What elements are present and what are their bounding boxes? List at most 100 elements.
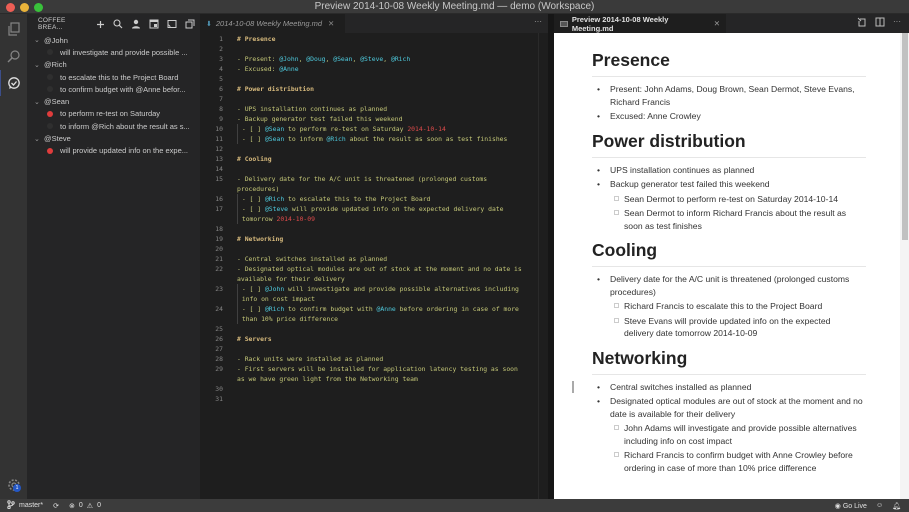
code-line[interactable]: 31 xyxy=(200,394,548,404)
tree-group[interactable]: ⌄ @Sean xyxy=(27,96,200,108)
add-icon[interactable] xyxy=(94,18,106,30)
indent-guide xyxy=(237,204,238,214)
code-line[interactable]: 6 # Power distribution xyxy=(200,84,548,94)
code-line[interactable]: 7 xyxy=(200,94,548,104)
cast-icon[interactable] xyxy=(166,18,178,30)
code-text: # Cooling xyxy=(237,155,272,163)
tree-item[interactable]: will investigate and provide possible ..… xyxy=(27,46,200,58)
code-line[interactable]: 5 xyxy=(200,74,548,84)
code-line[interactable]: info on cost impact xyxy=(200,294,548,304)
code-line[interactable]: 16 - [ ] @Rich to escalate this to the P… xyxy=(200,194,548,204)
line-number: 21 xyxy=(215,255,223,263)
code-line[interactable]: as we have green light from the Networki… xyxy=(200,374,548,384)
code-line[interactable]: procedures) xyxy=(200,184,548,194)
task-checkbox[interactable] xyxy=(614,317,619,323)
scrollbar-thumb[interactable] xyxy=(902,33,908,240)
status-dot-icon xyxy=(47,86,53,93)
code-line[interactable]: 19 # Networking xyxy=(200,234,548,244)
code-line[interactable]: 25 xyxy=(200,324,548,334)
code-line[interactable]: available for their delivery xyxy=(200,274,548,284)
editor-tab[interactable]: ⬇ 2014-10-08 Weekly Meeting.md ✕ xyxy=(200,14,345,33)
code-line[interactable]: 20 xyxy=(200,244,548,254)
preview-tab[interactable]: Preview 2014-10-08 Weekly Meeting.md ✕ xyxy=(554,14,726,33)
tree-item-label: will provide updated info on the expe... xyxy=(60,146,189,156)
tree-item[interactable]: to confirm budget with @Anne befor... xyxy=(27,83,200,95)
window-icon[interactable] xyxy=(148,18,160,30)
collapse-all-icon[interactable] xyxy=(184,18,196,30)
search-view-button[interactable] xyxy=(0,43,27,69)
task-checkbox[interactable] xyxy=(614,452,619,457)
tree-item[interactable]: to escalate this to the Project Board xyxy=(27,71,200,83)
close-tab-icon[interactable]: ✕ xyxy=(714,19,720,28)
tree-item[interactable]: to inform @Rich about the result as s... xyxy=(27,120,200,132)
code-line[interactable]: 2 xyxy=(200,44,548,54)
list-item-text: Central switches installed as planned xyxy=(610,381,752,392)
preview-list-item: UPS installation continues as planned xyxy=(592,164,866,177)
tree-group[interactable]: ⌄ @Rich xyxy=(27,59,200,71)
code-line[interactable]: 1 # Presence xyxy=(200,34,548,44)
tree-group[interactable]: ⌄ @Steve xyxy=(27,133,200,145)
code-line[interactable]: tomorrow 2014-10-09 xyxy=(200,214,548,224)
code-line[interactable]: 23 - [ ] @John will investigate and prov… xyxy=(200,284,548,294)
tree-item[interactable]: to perform re-test on Saturday xyxy=(27,108,200,120)
preview-list-item: Central switches installed as planned xyxy=(572,380,866,394)
more-actions-button[interactable]: ··· xyxy=(534,17,542,26)
line-number: 26 xyxy=(215,335,223,343)
code-text: - First servers will be installed for ap… xyxy=(237,365,518,373)
chevron-down-icon: ⌄ xyxy=(34,37,40,45)
bell-icon[interactable]: 🔔︎ xyxy=(892,502,901,510)
list-item-text: Backup generator test failed this weeken… xyxy=(610,179,770,189)
preview-icon xyxy=(560,20,568,27)
task-checkbox[interactable] xyxy=(614,425,619,430)
code-line[interactable]: 15 - Delivery date for the A/C unit is th… xyxy=(200,174,548,184)
feedback-icon[interactable]: ☺ xyxy=(876,502,883,509)
line-number: 8 xyxy=(219,105,223,113)
split-editor-icon[interactable] xyxy=(875,17,885,29)
code-line[interactable]: 3 - Present: @John, @Doug, @Sean, @Steve,… xyxy=(200,54,548,64)
more-icon[interactable]: ··· xyxy=(893,17,901,29)
code-line[interactable]: 18 xyxy=(200,224,548,234)
task-checkbox[interactable] xyxy=(614,195,619,201)
code-line[interactable]: 28 - Rack units were installed as planned xyxy=(200,354,548,364)
preview-scrollbar[interactable] xyxy=(900,33,909,499)
explorer-button[interactable] xyxy=(0,16,27,42)
person-icon[interactable] xyxy=(130,18,142,30)
manage-button[interactable]: 1 xyxy=(0,472,27,498)
error-count[interactable]: 0 xyxy=(79,502,83,509)
sync-icon[interactable]: ⟳ xyxy=(53,502,59,510)
code-line[interactable]: 4 - Excused: @Anne xyxy=(200,64,548,74)
code-editor[interactable]: 1 # Presence 2 3- Present: @John, @Doug, @S… xyxy=(200,33,548,404)
code-line[interactable]: 21 - Central switches installed as planne… xyxy=(200,254,548,264)
editor-scrollbar[interactable] xyxy=(538,33,548,499)
tree-item[interactable]: will provide updated info on the expe... xyxy=(27,145,200,157)
code-line[interactable]: 9 - Backup generator test failed this wee… xyxy=(200,114,548,124)
warning-count[interactable]: 0 xyxy=(97,502,101,509)
code-line[interactable]: 27 xyxy=(200,344,548,354)
code-line[interactable]: 24 - [ ] @Rich to confirm budget with @A… xyxy=(200,304,548,314)
status-dot-icon xyxy=(47,49,53,56)
tree-group[interactable]: ⌄ @John xyxy=(27,34,200,46)
search-icon[interactable] xyxy=(112,18,124,30)
code-line[interactable]: 10 - [ ] @Sean to perform re-test on Sat… xyxy=(200,124,548,134)
code-line[interactable]: 26 # Servers xyxy=(200,334,548,344)
code-line[interactable]: 11 - [ ] @Sean to inform @Rich about the… xyxy=(200,134,548,144)
code-line[interactable]: than 10% price difference xyxy=(200,314,548,324)
code-line[interactable]: 8 - UPS installation continues as planned xyxy=(200,104,548,114)
task-checkbox[interactable] xyxy=(614,303,619,308)
git-branch[interactable]: master* xyxy=(19,502,43,509)
close-tab-icon[interactable]: ✕ xyxy=(328,19,334,28)
code-line[interactable]: 13 # Cooling xyxy=(200,154,548,164)
code-line[interactable]: 17 - [ ] @Steve will provide updated inf… xyxy=(200,204,548,214)
sidebar: COFFEE BREA... ⌄ @John will investigate an… xyxy=(27,14,200,499)
task-checkbox[interactable] xyxy=(614,210,619,215)
coffee-break-view-button[interactable] xyxy=(0,70,27,96)
code-line[interactable]: 29 - First servers will be installed for … xyxy=(200,364,548,374)
open-source-icon[interactable] xyxy=(857,17,867,29)
task-text: Sean Dermot to perform re-test on Saturd… xyxy=(624,193,839,204)
code-line[interactable]: 14 xyxy=(200,164,548,174)
code-text: - Rack units were installed as planned xyxy=(237,355,384,363)
code-line[interactable]: 22 - Designated optical modules are out o… xyxy=(200,264,548,274)
code-line[interactable]: 30 xyxy=(200,384,548,394)
go-live-button[interactable]: ◉ Go Live xyxy=(835,502,867,510)
code-line[interactable]: 12 xyxy=(200,144,548,154)
